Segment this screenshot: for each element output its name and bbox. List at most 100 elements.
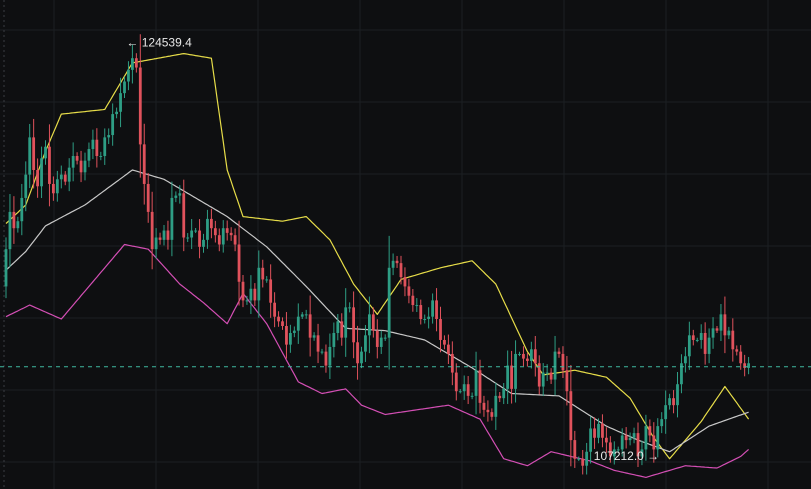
candle-body <box>237 244 241 282</box>
low-price-label: 107212.0 → <box>594 449 659 463</box>
candle-body <box>213 228 217 236</box>
candle-body <box>494 395 498 417</box>
price-chart[interactable]: ← 124539.4 107212.0 → <box>0 0 811 489</box>
candle-body <box>735 349 739 352</box>
candle-body <box>20 197 24 222</box>
candle-body <box>261 267 265 280</box>
candle-body <box>182 193 186 238</box>
candle-body <box>127 69 130 82</box>
candle-body <box>490 412 494 417</box>
candle-body <box>553 351 557 380</box>
candle-body <box>131 58 134 70</box>
candle-body <box>186 237 190 239</box>
candle-body <box>352 307 355 343</box>
candle-body <box>304 314 308 316</box>
candle-body <box>533 349 537 364</box>
candle-body <box>356 342 359 364</box>
candle-body <box>711 328 715 338</box>
candle-body <box>699 332 703 340</box>
candle-body <box>620 435 624 450</box>
candle-body <box>458 391 462 393</box>
candle-body <box>415 305 419 307</box>
candle-body <box>142 144 146 184</box>
candle-body <box>739 351 743 364</box>
candle-body <box>454 372 458 392</box>
candle-body <box>79 160 83 173</box>
candle-body <box>522 353 525 359</box>
candle-body <box>59 174 63 180</box>
candle-body <box>300 314 304 317</box>
chart-root: ← 124539.4 107212.0 → <box>0 0 811 489</box>
candle-body <box>510 365 513 389</box>
candle-body <box>660 419 664 427</box>
candle-body <box>202 239 205 247</box>
candle-body <box>249 288 253 301</box>
candle-body <box>447 344 450 354</box>
candle-body <box>111 114 115 136</box>
candle-body <box>672 398 675 406</box>
candle-body <box>16 221 20 229</box>
candle-body <box>624 435 628 441</box>
candle-body <box>138 67 142 145</box>
candle-body <box>8 211 12 250</box>
high-price-label: ← 124539.4 <box>126 36 192 50</box>
candle-body <box>4 249 8 287</box>
candle-body <box>506 365 510 389</box>
candle-body <box>312 335 316 338</box>
candle-body <box>387 267 391 338</box>
candle-body <box>12 211 16 229</box>
candle-body <box>391 260 395 268</box>
candle-body <box>435 300 438 320</box>
candle-body <box>715 328 719 331</box>
candle-body <box>281 321 284 326</box>
candle-body <box>36 169 39 187</box>
candle-body <box>368 314 371 336</box>
candle-body <box>344 307 348 338</box>
candle-body <box>348 307 352 309</box>
candle-body <box>731 330 735 350</box>
candle-body <box>24 174 28 198</box>
candle-body <box>95 139 99 157</box>
candle-body <box>253 288 257 301</box>
candle-body <box>119 93 122 112</box>
candle-body <box>158 237 162 240</box>
candle-body <box>225 228 229 233</box>
candle-body <box>628 437 632 441</box>
candle-body <box>296 316 300 331</box>
candle-body <box>52 183 55 194</box>
candle-body <box>379 337 383 347</box>
candle-body <box>166 230 170 240</box>
candle-body <box>644 426 648 450</box>
candle-body <box>178 193 182 196</box>
candle-body <box>48 146 51 184</box>
candle-body <box>87 149 91 161</box>
candle-body <box>375 330 379 347</box>
candle-body <box>565 370 569 392</box>
candle-body <box>340 321 344 338</box>
candle-body <box>292 330 296 333</box>
candle-body <box>115 111 118 115</box>
candle-body <box>727 330 731 336</box>
candle-body <box>257 267 261 301</box>
candle-body <box>482 402 486 410</box>
candle-body <box>431 300 434 317</box>
candle-body <box>486 409 490 413</box>
candle-body <box>107 135 111 138</box>
candle-body <box>194 230 197 232</box>
candle-body <box>233 235 237 245</box>
candle-body <box>383 337 387 339</box>
candle-body <box>265 279 269 281</box>
candle-body <box>668 398 671 406</box>
candle-body <box>210 218 213 229</box>
candle-body <box>585 451 589 466</box>
candle-body <box>40 158 43 187</box>
candle-body <box>407 286 411 296</box>
candle-body <box>150 211 154 250</box>
candle-body <box>541 372 545 387</box>
candle-body <box>462 384 466 392</box>
candle-body <box>67 167 71 182</box>
candle-body <box>146 183 150 212</box>
candle-body <box>217 235 221 245</box>
candle-body <box>573 440 577 459</box>
candle-body <box>75 156 79 161</box>
